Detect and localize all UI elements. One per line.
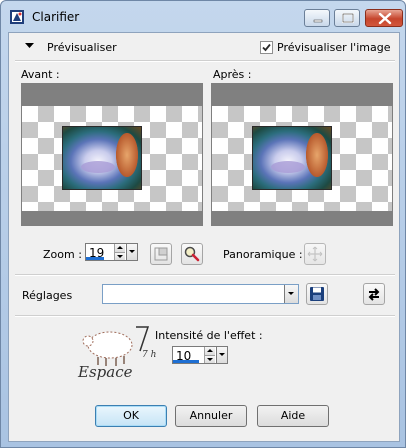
intensity-up-button[interactable]: [205, 347, 215, 355]
separator: [15, 274, 395, 276]
sheep-watermark-logo: 7 h Espace: [77, 326, 156, 381]
preview-image-checkbox[interactable]: [260, 41, 273, 54]
window-title: Clarifier: [32, 10, 80, 24]
transparency-grid: [212, 106, 392, 211]
separator: [15, 60, 395, 62]
pan-move-icon: [307, 246, 323, 262]
before-preview-image: [62, 126, 142, 190]
intensity-label: Intensité de l'effet :: [155, 329, 263, 342]
intensity-dropdown-button[interactable]: [216, 347, 227, 363]
zoom-tool-button[interactable]: [181, 243, 203, 265]
intensity-spinner[interactable]: 10: [172, 346, 228, 364]
close-button[interactable]: [365, 9, 403, 27]
pan-button[interactable]: [304, 243, 326, 265]
preview-section-label[interactable]: Prévisualiser: [47, 41, 117, 54]
zoom-fit-button[interactable]: [150, 243, 172, 265]
after-label: Après :: [213, 68, 252, 81]
app-icon: [9, 9, 25, 25]
minimize-icon: [313, 19, 323, 23]
dialog-client-area: Prévisualiser Prévisualiser l'image Avan…: [8, 32, 400, 442]
title-bar[interactable]: Clarifier: [1, 1, 405, 31]
zoom-spinner[interactable]: 19: [85, 243, 138, 261]
pan-label: Panoramique :: [223, 248, 303, 261]
minimize-button[interactable]: [304, 9, 330, 27]
magnifier-icon: [184, 246, 200, 262]
intensity-level-bar: [173, 360, 199, 363]
zoom-level-bar: [86, 257, 104, 260]
settings-dropdown-button[interactable]: [284, 285, 298, 303]
after-preview-image: [252, 126, 332, 190]
help-button[interactable]: Aide: [257, 405, 329, 427]
checkmark-icon: [262, 43, 271, 52]
maximize-button[interactable]: [334, 9, 360, 27]
before-label: Avant :: [21, 68, 60, 81]
zoom-label: Zoom :: [43, 248, 82, 261]
zoom-stepper[interactable]: [114, 244, 125, 260]
floppy-disk-icon: [310, 287, 324, 301]
ok-button[interactable]: OK: [95, 405, 167, 427]
zoom-fit-icon: [154, 247, 168, 261]
intensity-down-button[interactable]: [205, 355, 215, 363]
transparency-grid: [22, 106, 202, 211]
collapse-arrow-icon[interactable]: [25, 42, 35, 50]
save-settings-button[interactable]: [306, 283, 328, 305]
intensity-stepper[interactable]: [204, 347, 215, 363]
before-preview[interactable]: [21, 83, 203, 226]
watermark-side-letters: 7 h: [142, 350, 156, 360]
reset-arrows-icon: [368, 288, 380, 301]
close-icon: [378, 12, 392, 25]
cancel-button[interactable]: Annuler: [175, 405, 247, 427]
watermark-text: Espace: [77, 363, 133, 381]
separator: [15, 315, 395, 317]
reset-settings-button[interactable]: [363, 283, 385, 305]
preview-image-checkbox-label[interactable]: Prévisualiser l'image: [277, 41, 390, 54]
dialog-window: Clarifier Prévisualiser Prévisualiser l'…: [0, 0, 406, 448]
settings-combobox[interactable]: [102, 284, 299, 304]
zoom-down-button[interactable]: [115, 252, 125, 260]
zoom-up-button[interactable]: [115, 244, 125, 252]
settings-label: Réglages: [22, 289, 73, 302]
after-preview[interactable]: [211, 83, 393, 226]
zoom-dropdown-button[interactable]: [126, 244, 137, 260]
maximize-icon: [342, 13, 354, 23]
